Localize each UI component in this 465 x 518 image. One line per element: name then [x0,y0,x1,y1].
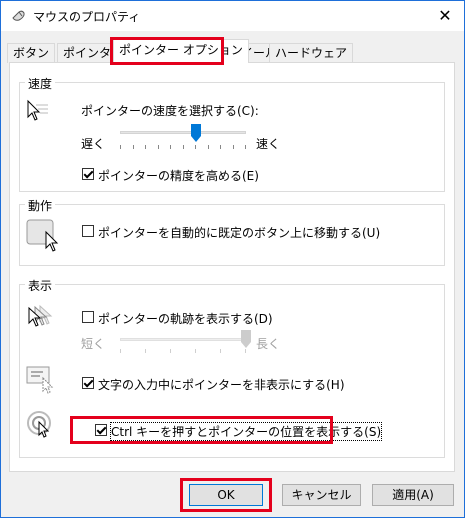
slider-tick [208,145,209,149]
motion-group-label: 速度 [25,75,56,92]
precision-label[interactable]: ポインターの精度を高める(E) [98,167,259,184]
slider-tick [133,145,134,149]
hide-while-typing-icon [26,366,54,394]
slider-tick [170,145,171,149]
motion-group: 速度 ポインターの速度を選択する(C): 遅く 速く ポインターの精度を高める(… [19,75,445,192]
visibility-group: 表示 ポインターの軌跡を表示する(D) 短く 長く 文字の入力中にポインターを非… [19,277,445,458]
cancel-button[interactable]: キャンセル [282,484,361,506]
precision-checkbox[interactable] [82,168,94,180]
slider-tick [183,145,184,149]
speed-slider-ticks [120,145,246,149]
snap-to-group-label: 動作 [25,197,56,214]
speed-slow-label: 遅く [81,137,106,151]
apply-button[interactable]: 適用(A) [372,484,454,506]
trails-slider-ticks [120,349,246,353]
slider-tick [158,145,159,149]
pointer-speed-icon [27,99,48,121]
slider-tick [233,145,234,149]
show-location-icon [27,411,51,438]
snap-to-checkbox[interactable] [82,225,94,237]
speed-slider-track[interactable] [120,131,246,134]
slider-tick [245,349,246,353]
slider-tick [145,349,146,353]
show-location-checkbox[interactable] [95,424,107,436]
tab-strip: ボタン ポインター ポインター オプション ホイール ハードウェア [1,39,464,63]
speed-label: ポインターの速度を選択する(C): [81,104,259,118]
tab-buttons[interactable]: ボタン [7,43,56,63]
trails-long-label: 長く [256,337,281,351]
pointer-trails-icon [28,304,53,327]
hide-while-typing-label[interactable]: 文字の入力中にポインターを非表示にする(H) [98,376,345,393]
ok-button[interactable]: OK [189,484,263,506]
snap-to-default-icon [26,219,59,252]
trails-checkbox[interactable] [82,311,94,323]
speed-fast-label: 速く [256,137,281,151]
close-button[interactable]: ✕ [434,5,456,27]
trails-slider-track[interactable] [120,338,246,341]
mouse-properties-window: マウスのプロパティ ✕ ボタン ポインター ポインター オプション ホイール ハ… [0,0,465,518]
visibility-group-label: 表示 [25,277,56,294]
tab-pointer-options[interactable]: ポインター オプション [113,39,249,63]
slider-tick [220,145,221,149]
show-location-label[interactable]: Ctrl キーを押すとポインターの位置を表示する(S) [109,422,383,441]
trails-label[interactable]: ポインターの軌跡を表示する(D) [98,310,273,327]
snap-to-label[interactable]: ポインターを自動的に既定のボタン上に移動する(U) [98,224,380,241]
snap-to-group: 動作 ポインターを自動的に既定のボタン上に移動する(U) [19,197,445,266]
title-bar: マウスのプロパティ ✕ [1,1,464,31]
tab-panel: 速度 ポインターの速度を選択する(C): 遅く 速く ポインターの精度を高める(… [9,62,455,472]
slider-tick [195,349,196,353]
trails-short-label: 短く [81,337,106,351]
slider-tick [120,349,121,353]
mouse-icon [12,10,25,21]
slider-tick [170,349,171,353]
slider-tick [195,145,196,149]
tab-hardware[interactable]: ハードウェア [269,43,354,63]
slider-tick [145,145,146,149]
hide-while-typing-checkbox[interactable] [82,377,94,389]
slider-tick [220,349,221,353]
slider-tick [120,145,121,149]
trails-slider-thumb[interactable] [241,330,251,348]
window-title: マウスのプロパティ [33,10,141,24]
slider-tick [245,145,246,149]
speed-slider-thumb[interactable] [191,124,201,142]
